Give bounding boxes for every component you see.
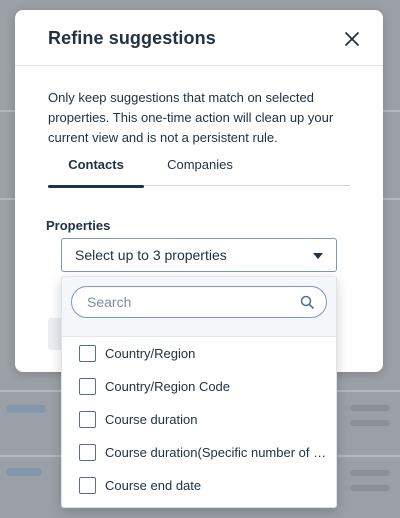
list-item[interactable]: Course end date bbox=[62, 469, 336, 502]
bg-link bbox=[6, 405, 46, 413]
tab-companies[interactable]: Companies bbox=[152, 156, 248, 186]
list-item[interactable]: Country/Region Code bbox=[62, 370, 336, 403]
list-item[interactable]: Country/Region bbox=[62, 337, 336, 370]
modal-title: Refine suggestions bbox=[48, 28, 216, 48]
bg-text bbox=[350, 470, 390, 476]
active-tab-indicator bbox=[48, 185, 144, 188]
property-options-list[interactable]: Country/Region Country/Region Code Cours… bbox=[62, 323, 336, 502]
tab-contacts[interactable]: Contacts bbox=[48, 156, 144, 188]
close-button[interactable] bbox=[343, 30, 361, 48]
option-label: Course duration(Specific number of da... bbox=[105, 445, 329, 460]
option-label: Course end date bbox=[105, 478, 202, 493]
search-icon bbox=[300, 295, 314, 309]
modal-description: Only keep suggestions that match on sele… bbox=[48, 90, 334, 145]
bg-text bbox=[350, 420, 390, 426]
option-label: Country/Region bbox=[105, 346, 196, 361]
bg-text bbox=[350, 405, 390, 411]
option-checkbox[interactable] bbox=[79, 345, 96, 362]
properties-select[interactable]: Select up to 3 properties bbox=[61, 238, 337, 272]
close-icon bbox=[345, 32, 359, 46]
option-checkbox[interactable] bbox=[79, 378, 96, 395]
caret-down-icon bbox=[313, 253, 323, 259]
bg-link bbox=[6, 468, 42, 476]
select-value: Select up to 3 properties bbox=[75, 247, 227, 263]
modal-header: Refine suggestions bbox=[15, 10, 383, 66]
tab-label: Companies bbox=[167, 157, 233, 172]
list-item[interactable]: Course duration(Specific number of da... bbox=[62, 436, 336, 469]
tab-label: Contacts bbox=[68, 157, 124, 172]
properties-dropdown: Country/Region Country/Region Code Cours… bbox=[61, 276, 337, 508]
option-checkbox[interactable] bbox=[79, 411, 96, 428]
option-label: Course duration bbox=[105, 412, 198, 427]
tab-bar: Contacts Companies bbox=[48, 156, 350, 188]
properties-label: Properties bbox=[46, 218, 111, 233]
option-checkbox[interactable] bbox=[79, 477, 96, 494]
bg-text bbox=[350, 485, 390, 491]
search-input[interactable] bbox=[71, 286, 327, 318]
option-label: Country/Region Code bbox=[105, 379, 231, 394]
option-checkbox[interactable] bbox=[79, 444, 96, 461]
search-bar bbox=[62, 277, 336, 337]
list-item[interactable]: Course duration bbox=[62, 403, 336, 436]
